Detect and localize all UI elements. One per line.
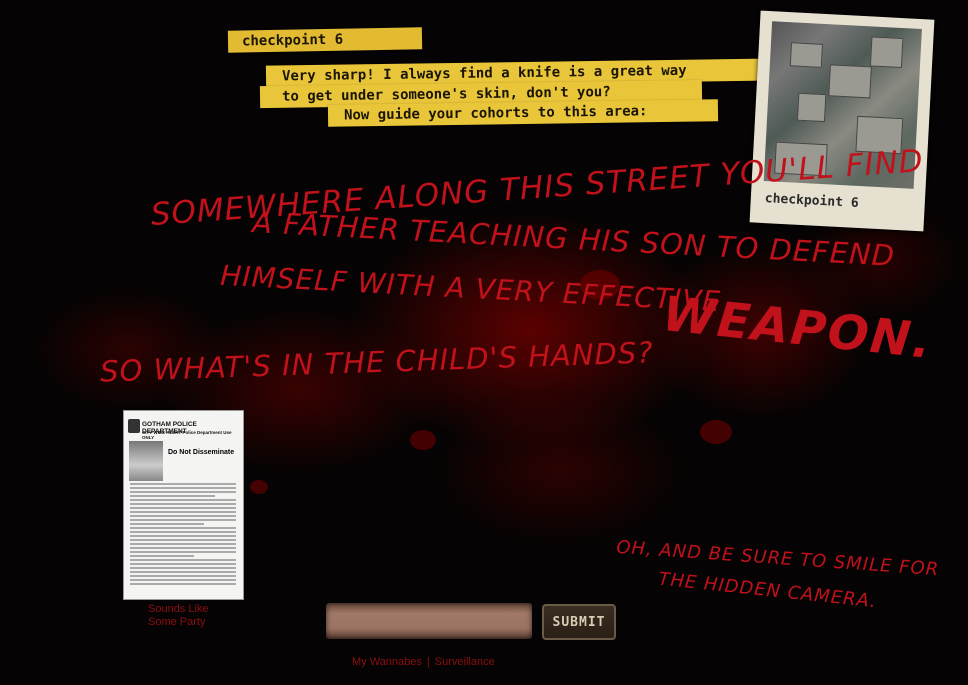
- answer-input[interactable]: [326, 603, 532, 639]
- footer-link-surveillance[interactable]: Surveillance: [435, 656, 495, 668]
- flyer-link[interactable]: Sounds Like Some Party: [148, 603, 209, 629]
- flyer-body-text: [130, 483, 236, 587]
- checkpoint-polaroid: checkpoint 6: [749, 10, 935, 232]
- police-badge-icon: [128, 419, 140, 433]
- police-flyer-thumbnail[interactable]: GOTHAM POLICE DEPARTMENT CITY WIDE ALERT…: [123, 410, 244, 600]
- blood-splat: [700, 420, 732, 444]
- blood-splat: [250, 480, 268, 494]
- blood-splat: [410, 430, 436, 450]
- flyer-notice: Do Not Disseminate: [168, 449, 235, 456]
- flyer-link-line-2: Some Party: [148, 616, 206, 628]
- footer-link-wannabes[interactable]: My Wannabes: [352, 656, 422, 668]
- checkpoint-title-tape: checkpoint 6: [227, 27, 423, 53]
- footer-nav: My Wannabes | Surveillance: [352, 656, 495, 668]
- footer-separator: |: [426, 656, 430, 668]
- polaroid-caption: checkpoint 6: [764, 191, 860, 211]
- flyer-subtitle: CITY WIDE ALERT Police Department Use ON…: [142, 430, 232, 440]
- submit-button[interactable]: SUBMIT: [542, 604, 616, 640]
- flyer-link-line-1: Sounds Like: [148, 603, 209, 615]
- joker-photo: [129, 441, 163, 481]
